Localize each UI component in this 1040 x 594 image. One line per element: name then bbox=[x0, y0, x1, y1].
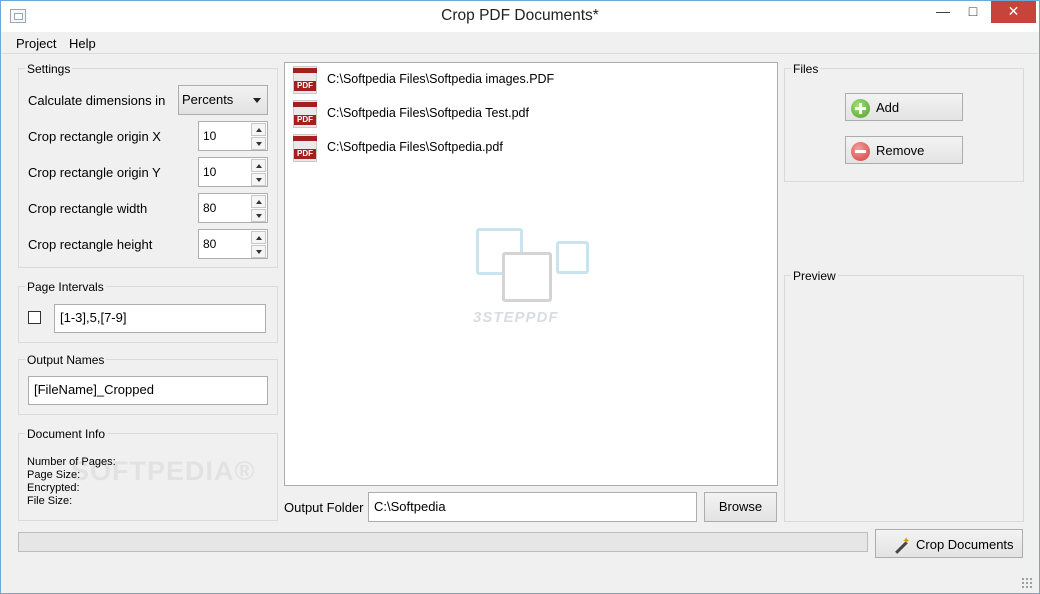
file-size-label: File Size: bbox=[27, 495, 73, 507]
main-window: Crop PDF Documents* — □ ✕ Project Help S… bbox=[0, 0, 1040, 594]
origin-x-value: 10 bbox=[203, 129, 217, 143]
calc-dimensions-select[interactable]: Percents bbox=[178, 85, 268, 115]
spin-down-icon[interactable] bbox=[251, 209, 266, 222]
window-title: Crop PDF Documents* bbox=[441, 7, 599, 24]
remove-button-label: Remove bbox=[876, 143, 925, 158]
page-intervals-title: Page Intervals bbox=[25, 280, 106, 294]
add-icon bbox=[851, 99, 870, 118]
remove-button[interactable]: Remove bbox=[845, 136, 963, 164]
number-of-pages-label: Number of Pages: bbox=[27, 456, 116, 468]
maximize-button[interactable]: □ bbox=[959, 1, 987, 23]
file-path: C:\Softpedia Files\Softpedia images.PDF bbox=[327, 72, 555, 86]
spin-up-icon[interactable] bbox=[251, 195, 266, 208]
height-value: 80 bbox=[203, 237, 217, 251]
pdf-file-icon: PDF bbox=[290, 134, 320, 164]
width-label: Crop rectangle width bbox=[28, 201, 148, 216]
pdf-file-icon: PDF bbox=[290, 66, 320, 96]
width-spinbox[interactable]: 80 bbox=[198, 193, 268, 223]
spin-up-icon[interactable] bbox=[251, 159, 266, 172]
output-names-field[interactable]: [FileName]_Cropped bbox=[28, 376, 268, 405]
height-label: Crop rectangle height bbox=[28, 237, 153, 252]
file-list-item[interactable]: PDF C:\Softpedia Files\Softpedia images.… bbox=[290, 66, 770, 96]
magic-wand-icon: ✦ bbox=[890, 537, 910, 557]
spin-down-icon[interactable] bbox=[251, 173, 266, 186]
menu-help[interactable]: Help bbox=[69, 36, 96, 51]
file-path: C:\Softpedia Files\Softpedia.pdf bbox=[327, 140, 503, 154]
height-spinbox[interactable]: 80 bbox=[198, 229, 268, 259]
origin-x-label: Crop rectangle origin X bbox=[28, 129, 161, 144]
file-list-item[interactable]: PDF C:\Softpedia Files\Softpedia.pdf bbox=[290, 134, 770, 164]
spin-up-icon[interactable] bbox=[251, 231, 266, 244]
output-names-title: Output Names bbox=[25, 353, 107, 367]
output-folder-field[interactable]: C:\Softpedia bbox=[368, 492, 697, 522]
calc-dimensions-value: Percents bbox=[182, 92, 234, 107]
file-list[interactable]: PDF C:\Softpedia Files\Softpedia images.… bbox=[284, 62, 778, 486]
settings-group-title: Settings bbox=[25, 62, 73, 76]
remove-icon bbox=[851, 142, 870, 161]
output-folder-value: C:\Softpedia bbox=[374, 499, 446, 514]
crop-documents-button[interactable]: ✦ Crop Documents bbox=[875, 529, 1023, 558]
files-group: Files bbox=[784, 62, 1024, 182]
minimize-button[interactable]: — bbox=[929, 1, 957, 23]
title-bar: Crop PDF Documents* — □ ✕ bbox=[1, 1, 1039, 32]
output-folder-label: Output Folder bbox=[284, 500, 364, 515]
page-intervals-checkbox[interactable] bbox=[28, 311, 41, 324]
width-value: 80 bbox=[203, 201, 217, 215]
chevron-down-icon bbox=[253, 98, 261, 103]
menu-bar: Project Help bbox=[1, 32, 1039, 54]
page-size-label: Page Size: bbox=[27, 469, 81, 481]
add-button-label: Add bbox=[876, 100, 900, 115]
files-group-title: Files bbox=[791, 62, 821, 76]
spin-down-icon[interactable] bbox=[251, 137, 266, 150]
page-intervals-value: [1-3],5,[7-9] bbox=[60, 310, 127, 325]
spin-up-icon[interactable] bbox=[251, 123, 266, 136]
output-names-value: [FileName]_Cropped bbox=[34, 382, 154, 397]
progress-bar bbox=[18, 532, 868, 552]
preview-group: Preview bbox=[784, 269, 1024, 522]
browse-button[interactable]: Browse bbox=[704, 492, 777, 522]
file-path: C:\Softpedia Files\Softpedia Test.pdf bbox=[327, 106, 529, 120]
3steppdf-logo: 3STEPPDF bbox=[473, 225, 593, 326]
add-button[interactable]: Add bbox=[845, 93, 963, 121]
close-button[interactable]: ✕ bbox=[991, 1, 1036, 23]
encrypted-label: Encrypted: bbox=[27, 482, 80, 494]
file-list-item[interactable]: PDF C:\Softpedia Files\Softpedia Test.pd… bbox=[290, 100, 770, 130]
calc-dimensions-label: Calculate dimensions in bbox=[28, 93, 166, 108]
menu-project[interactable]: Project bbox=[16, 36, 56, 51]
origin-y-spinbox[interactable]: 10 bbox=[198, 157, 268, 187]
origin-y-value: 10 bbox=[203, 165, 217, 179]
document-info-title: Document Info bbox=[25, 427, 108, 441]
preview-group-title: Preview bbox=[791, 269, 838, 283]
spin-down-icon[interactable] bbox=[251, 245, 266, 258]
pdf-file-icon: PDF bbox=[290, 100, 320, 130]
page-intervals-field[interactable]: [1-3],5,[7-9] bbox=[54, 304, 266, 333]
resize-grip[interactable] bbox=[1021, 577, 1033, 589]
origin-x-spinbox[interactable]: 10 bbox=[198, 121, 268, 151]
logo-text: 3STEPPDF bbox=[473, 309, 559, 326]
crop-documents-label: Crop Documents bbox=[916, 537, 1014, 552]
origin-y-label: Crop rectangle origin Y bbox=[28, 165, 161, 180]
